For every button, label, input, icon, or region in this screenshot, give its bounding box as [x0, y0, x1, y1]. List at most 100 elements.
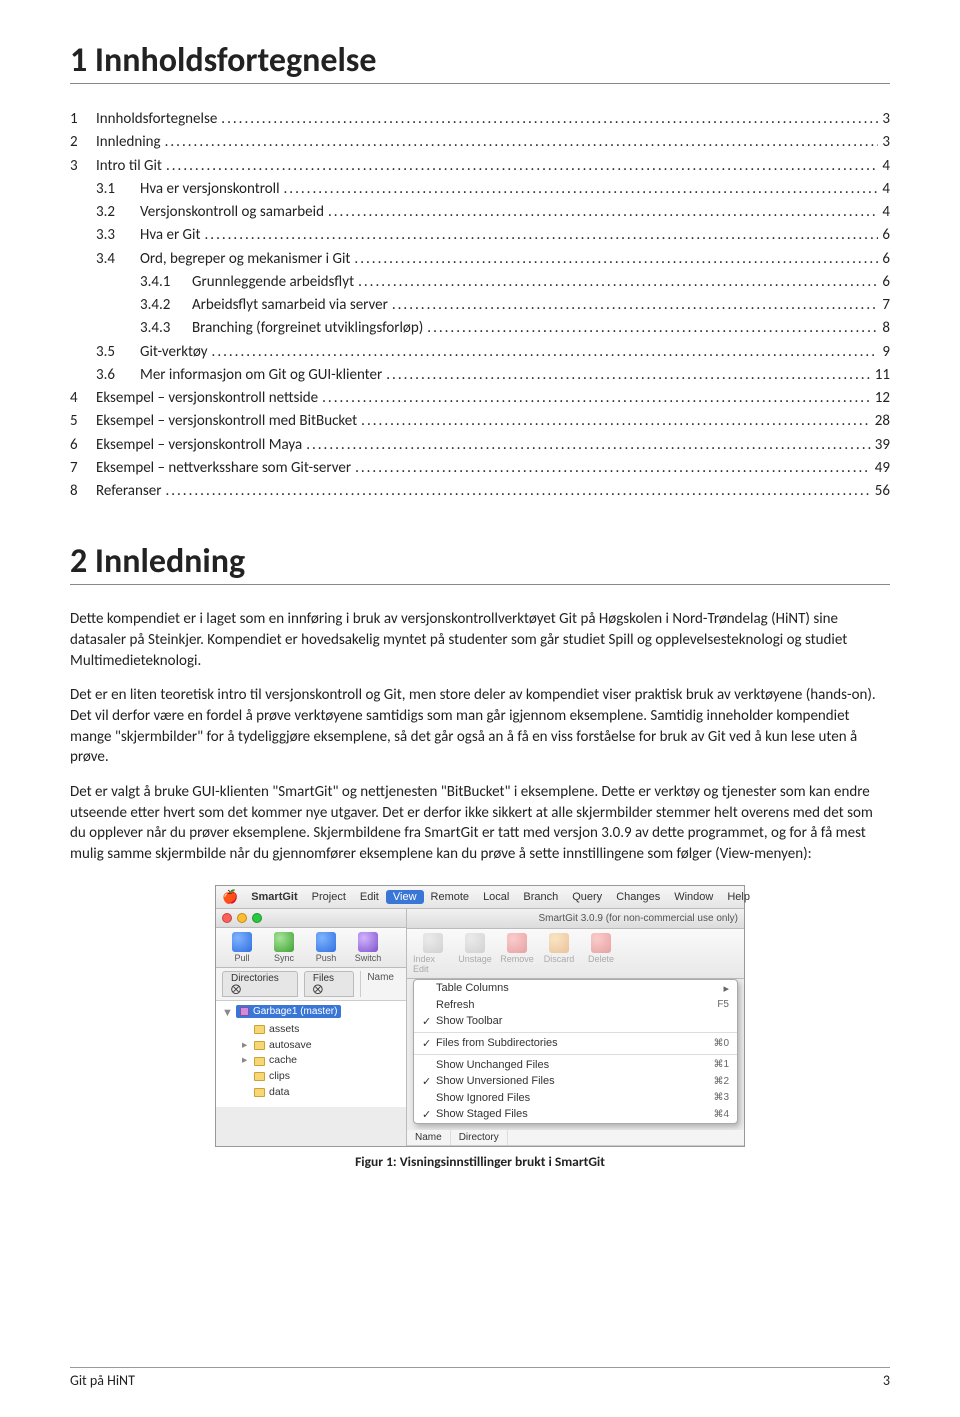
toc-entry[interactable]: 2Innledning3 — [70, 131, 890, 154]
panel-tab[interactable]: Directories ⨂ — [222, 971, 298, 997]
page-footer: Git på HiNT 3 — [70, 1367, 890, 1389]
tree-item-assets[interactable]: assets — [222, 1022, 400, 1038]
apple-logo-icon: 🍎 — [222, 889, 244, 905]
menu-query[interactable]: Query — [565, 891, 609, 903]
toc-entry[interactable]: 3.2Versjonskontroll og samarbeid4 — [70, 201, 890, 224]
left-tabs: Directories ⨂Files ⨂Name — [216, 968, 406, 1001]
column-header[interactable]: Name — [407, 1130, 451, 1145]
toc-entry[interactable]: 7Eksempel – nettverksshare som Git-serve… — [70, 457, 890, 480]
menu-item-show-unchanged-files[interactable]: Show Unchanged Files⌘1 — [414, 1057, 737, 1073]
toc-page: 6 — [878, 271, 890, 294]
toolbar-delete-button[interactable]: Delete — [581, 933, 621, 974]
toc-entry[interactable]: 8Referanser56 — [70, 480, 890, 503]
zoom-icon[interactable] — [252, 913, 262, 923]
toc-page: 8 — [878, 317, 890, 340]
toolbar-unstage-button[interactable]: Unstage — [455, 933, 495, 974]
project-node[interactable]: Garbage1 (master) — [236, 1005, 341, 1018]
toc-entry[interactable]: 3Intro til Git4 — [70, 155, 890, 178]
tree-item-autosave[interactable]: ▸autosave — [222, 1038, 400, 1054]
toc-entry[interactable]: 5Eksempel – versjonskontroll med BitBuck… — [70, 410, 890, 433]
toc-entry[interactable]: 3.5Git-verktøy9 — [70, 341, 890, 364]
toolbar-switch-button[interactable]: Switch — [348, 932, 388, 963]
menu-item-label: Show Ignored Files — [436, 1092, 530, 1104]
toc-entry[interactable]: 3.3Hva er Git6 — [70, 224, 890, 247]
menu-project[interactable]: Project — [305, 891, 353, 903]
toc-label: Git-verktøy — [140, 341, 212, 364]
toolbar-discard-button[interactable]: Discard — [539, 933, 579, 974]
tree-item-label: data — [269, 1085, 289, 1101]
toolbar-push-button[interactable]: Push — [306, 932, 346, 963]
toc-leader-dots — [221, 108, 878, 123]
sync-icon — [274, 932, 294, 952]
toc-leader-dots — [306, 434, 871, 449]
toc-entry[interactable]: 3.4Ord, begreper og mekanismer i Git 6 — [70, 248, 890, 271]
toc-label: Ord, begreper og mekanismer i Git — [140, 248, 354, 271]
menu-item-show-unversioned-files[interactable]: ✓Show Unversioned Files⌘2 — [414, 1073, 737, 1090]
titlebar-right: SmartGit 3.0.9 (for non-commercial use o… — [407, 909, 744, 929]
toc-label: Eksempel – versjonskontroll med BitBucke… — [96, 410, 361, 433]
panel-tab[interactable]: Files ⨂ — [304, 971, 354, 997]
unstage-icon — [465, 933, 485, 953]
toc-page: 6 — [878, 248, 890, 271]
column-header[interactable]: Directory — [451, 1130, 508, 1145]
menu-item-files-from-subdirectories[interactable]: ✓Files from Subdirectories⌘0 — [414, 1035, 737, 1052]
toc-leader-dots — [427, 317, 878, 332]
menu-item-shortcut: ⌘4 — [713, 1109, 729, 1120]
toc-leader-dots — [354, 248, 878, 263]
toc-entry[interactable]: 4Eksempel – versjonskontroll nettside12 — [70, 387, 890, 410]
toc-entry[interactable]: 1Innholdsfortegnelse3 — [70, 108, 890, 131]
toc-entry[interactable]: 3.1Hva er versjonskontroll4 — [70, 178, 890, 201]
menu-item-table-columns[interactable]: Table Columns — [414, 980, 737, 997]
toolbar-sync-button[interactable]: Sync — [264, 932, 304, 963]
toc-entry[interactable]: 3.4.3Branching (forgreinet utviklingsfor… — [70, 317, 890, 340]
toc-label: Branching (forgreinet utviklingsforløp) — [192, 317, 427, 340]
menu-item-show-toolbar[interactable]: ✓Show Toolbar — [414, 1013, 737, 1030]
toc-label: Referanser — [96, 480, 165, 503]
toolbar-remove-button[interactable]: Remove — [497, 933, 537, 974]
switch-icon — [358, 932, 378, 952]
menu-remote[interactable]: Remote — [424, 891, 477, 903]
toc-page: 56 — [871, 480, 890, 503]
toc-label: Versjonskontroll og samarbeid — [140, 201, 328, 224]
toolbar-label: Delete — [588, 954, 614, 964]
menu-local[interactable]: Local — [476, 891, 516, 903]
menu-view[interactable]: View — [386, 890, 424, 904]
close-icon[interactable] — [222, 913, 232, 923]
discard-icon — [549, 933, 569, 953]
minimize-icon[interactable] — [237, 913, 247, 923]
menu-item-refresh[interactable]: RefreshF5 — [414, 997, 737, 1013]
menu-item-label: Show Staged Files — [436, 1108, 528, 1120]
toc-entry[interactable]: 6Eksempel – versjonskontroll Maya39 — [70, 434, 890, 457]
toc-number: 3.4 — [96, 248, 140, 271]
tree-item-clips[interactable]: clips — [222, 1069, 400, 1085]
toc-page: 4 — [878, 201, 890, 224]
toc-label: Eksempel – nettverksshare som Git-server — [96, 457, 355, 480]
toc-entry[interactable]: 3.6Mer informasjon om Git og GUI-kliente… — [70, 364, 890, 387]
toc-entry[interactable]: 3.4.2Arbeidsflyt samarbeid via server7 — [70, 294, 890, 317]
toolbar-pull-button[interactable]: Pull — [222, 932, 262, 963]
toc-page: 4 — [878, 155, 890, 178]
toolbar-index-edit-button[interactable]: Index Edit — [413, 933, 453, 974]
tree-item-cache[interactable]: ▸cache — [222, 1053, 400, 1069]
tree-item-data[interactable]: data — [222, 1085, 400, 1101]
menu-changes[interactable]: Changes — [609, 891, 667, 903]
menu-window[interactable]: Window — [667, 891, 720, 903]
menu-branch[interactable]: Branch — [516, 891, 565, 903]
toolbar-label: Sync — [274, 953, 294, 963]
folder-icon — [254, 1072, 265, 1081]
menu-item-label: Show Toolbar — [436, 1015, 502, 1027]
menu-item-show-ignored-files[interactable]: Show Ignored Files⌘3 — [414, 1090, 737, 1106]
figure-1: 🍎 SmartGit ProjectEditViewRemoteLocalBra… — [70, 885, 890, 1170]
menu-help[interactable]: Help — [720, 891, 757, 903]
folder-icon — [254, 1041, 265, 1050]
directory-tree: ▼ Garbage1 (master) assets▸autosave▸cach… — [216, 1001, 406, 1107]
checkmark-icon: ✓ — [422, 1075, 436, 1088]
checkmark-icon: ✓ — [422, 1015, 436, 1028]
menu-edit[interactable]: Edit — [353, 891, 386, 903]
toc-entry[interactable]: 3.4.1Grunnleggende arbeidsflyt6 — [70, 271, 890, 294]
toc-page: 6 — [878, 224, 890, 247]
toc-label: Eksempel – versjonskontroll Maya — [96, 434, 306, 457]
toc-number: 2 — [70, 131, 96, 154]
menu-item-show-staged-files[interactable]: ✓Show Staged Files⌘4 — [414, 1106, 737, 1123]
toolbar-label: Switch — [355, 953, 382, 963]
